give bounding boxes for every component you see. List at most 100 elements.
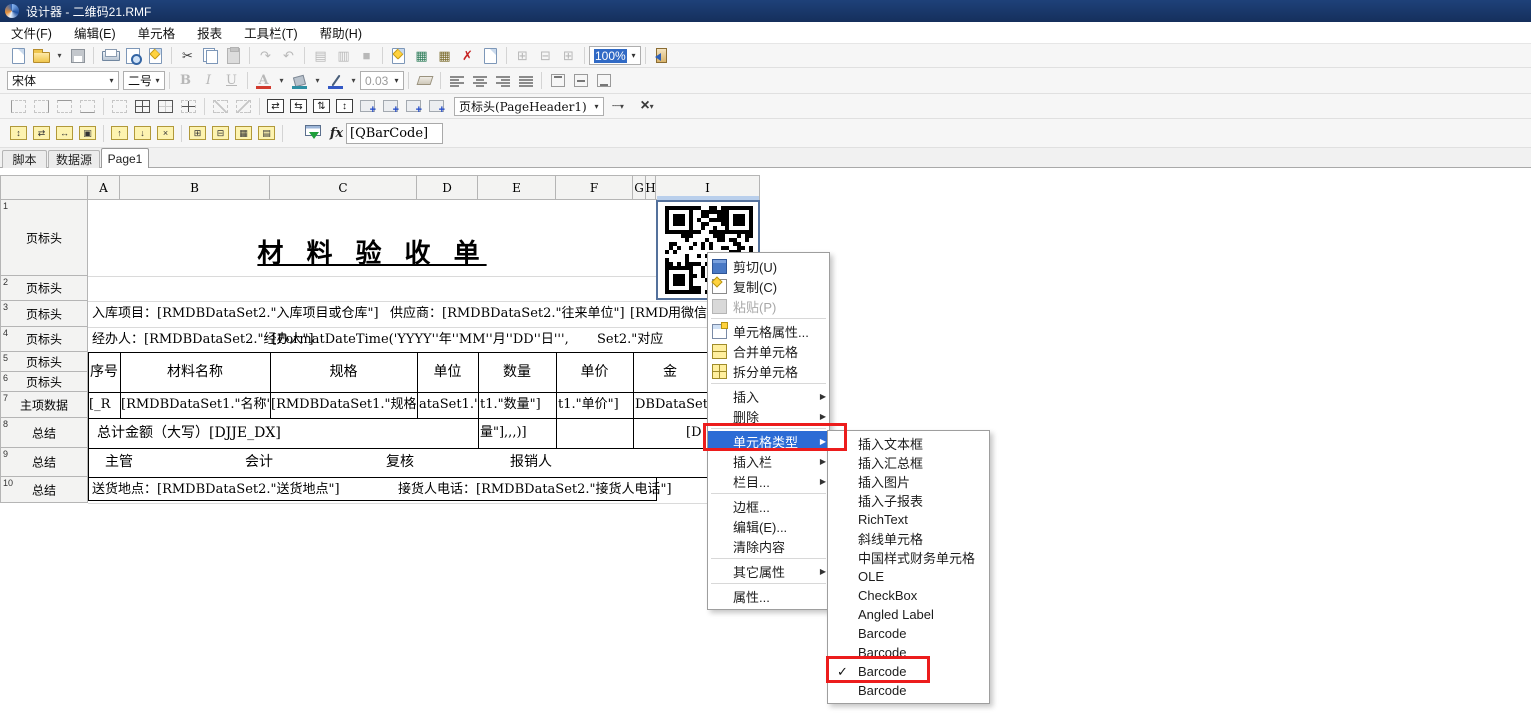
new-report-button[interactable]: [387, 45, 410, 66]
submenu-item-richtext[interactable]: RichText: [828, 510, 989, 529]
table-wizard-button[interactable]: ▦: [433, 45, 456, 66]
diagonal-up-button[interactable]: [232, 96, 255, 117]
send-backward-button[interactable]: ▥: [332, 45, 355, 66]
show-grid-button[interactable]: ⊞: [511, 45, 534, 66]
row-header-7[interactable]: 7主项数据: [0, 392, 88, 418]
copy-button[interactable]: [199, 45, 222, 66]
submenu-item-chinese-finance-cell[interactable]: 中国样式财务单元格: [828, 548, 989, 567]
detail-unit-cell[interactable]: ataSet1.": [419, 392, 477, 418]
formula-input[interactable]: [346, 123, 443, 144]
exit-button[interactable]: [650, 45, 673, 66]
insert-row-above-button[interactable]: [356, 96, 379, 117]
row-down-button[interactable]: ↓: [131, 123, 154, 144]
menu-report[interactable]: 报表: [186, 22, 233, 43]
col-header-a[interactable]: A: [88, 175, 120, 200]
total-right-cell[interactable]: [D: [686, 418, 702, 448]
total-formula-overflow[interactable]: 量"],,,)]: [480, 418, 527, 448]
menu-item-edit[interactable]: 编辑(E)...: [708, 516, 829, 536]
thead-name-cell[interactable]: 材料名称: [120, 352, 270, 392]
submenu-item-insert-textbox[interactable]: 插入文本框: [828, 434, 989, 453]
diagonal-down-button[interactable]: [209, 96, 232, 117]
menu-item-cell-properties[interactable]: 单元格属性...: [708, 321, 829, 341]
row-delete-button[interactable]: ×: [154, 123, 177, 144]
menu-toolbars[interactable]: 工具栏(T): [233, 22, 308, 43]
italic-button[interactable]: I: [197, 70, 220, 91]
submenu-item-angled-label[interactable]: Angled Label: [828, 605, 989, 624]
row-up-button[interactable]: ↑: [108, 123, 131, 144]
insert-col-left-button[interactable]: [402, 96, 425, 117]
fill-color-dropdown[interactable]: ▾: [311, 70, 324, 91]
detail-price-cell[interactable]: t1."单价"]: [558, 392, 632, 418]
font-name-combo[interactable]: 宋体 ▾: [7, 71, 119, 90]
cell-reference-button[interactable]: [301, 123, 324, 144]
bring-forward-button[interactable]: ▤: [309, 45, 332, 66]
underline-button[interactable]: U: [220, 70, 243, 91]
blank-page-button[interactable]: [479, 45, 502, 66]
fill-color-button[interactable]: [288, 70, 311, 91]
sign-reviewer-cell[interactable]: 复核: [386, 448, 414, 477]
print-button[interactable]: [98, 45, 121, 66]
col-header-f[interactable]: F: [556, 175, 633, 200]
tab-script[interactable]: 脚本: [2, 150, 47, 168]
total-amount-cell[interactable]: 总计金额（大写）[DJJE_DX]: [97, 418, 281, 448]
delete-report-button[interactable]: ✗: [456, 45, 479, 66]
align-justify-button[interactable]: [514, 70, 537, 91]
submenu-item-barcode-1[interactable]: Barcode: [828, 624, 989, 643]
menu-item-cut[interactable]: 剪切(U): [708, 256, 829, 276]
grid-settings-button[interactable]: ⊞: [557, 45, 580, 66]
valign-bottom-button[interactable]: [592, 70, 615, 91]
fit-width-button[interactable]: ⇆: [287, 96, 310, 117]
band-selector-combo[interactable]: 页标头(PageHeader1) ▾: [454, 97, 604, 116]
submenu-item-insert-subreport[interactable]: 插入子报表: [828, 491, 989, 510]
open-dropdown[interactable]: ▾: [53, 45, 66, 66]
valign-middle-button[interactable]: [569, 70, 592, 91]
print-preview-button[interactable]: [121, 45, 144, 66]
open-button[interactable]: [30, 45, 53, 66]
menu-item-paste[interactable]: 粘贴(P): [708, 296, 829, 316]
warehouse-project-cell[interactable]: 入库项目：[RMDBDataSet2."入库项目或仓库"]: [92, 301, 379, 327]
submenu-item-insert-image[interactable]: 插入图片: [828, 472, 989, 491]
thead-spec-cell[interactable]: 规格: [270, 352, 417, 392]
border-inner-button[interactable]: [177, 96, 200, 117]
detail-qty-cell[interactable]: t1."数量"]: [480, 392, 555, 418]
submenu-item-diagonal-cell[interactable]: 斜线单元格: [828, 529, 989, 548]
sign-reimburser-cell[interactable]: 报销人: [510, 448, 552, 477]
paste-button[interactable]: [222, 45, 245, 66]
menu-item-other-properties[interactable]: 其它属性▶: [708, 561, 829, 581]
thead-qty-cell[interactable]: 数量: [478, 352, 556, 392]
col-header-e[interactable]: E: [478, 175, 556, 200]
insert-table-button[interactable]: ▦: [410, 45, 433, 66]
menu-item-insert-band[interactable]: 插入栏▶: [708, 451, 829, 471]
row-header-8[interactable]: 8总结: [0, 418, 88, 448]
grid-corner[interactable]: [0, 175, 88, 200]
thead-amount-cell[interactable]: 金: [633, 352, 707, 392]
submenu-item-insert-summary[interactable]: 插入汇总框: [828, 453, 989, 472]
line-color-button[interactable]: [324, 70, 347, 91]
split-row-button[interactable]: ↕: [7, 123, 30, 144]
menu-help[interactable]: 帮助(H): [309, 22, 373, 43]
line-style-button[interactable]: ┈▾: [604, 96, 632, 117]
receiver-phone-cell[interactable]: 接货人电话：[RMDBDataSet2."接货人电话"]: [398, 477, 672, 503]
sign-manager-cell[interactable]: 主管: [105, 448, 133, 477]
border-outer-button[interactable]: [154, 96, 177, 117]
menu-file[interactable]: 文件(F): [0, 22, 63, 43]
tab-datasource[interactable]: 数据源: [48, 150, 100, 168]
band-grid-2-button[interactable]: ⊟: [209, 123, 232, 144]
thead-price-cell[interactable]: 单价: [556, 352, 633, 392]
clear-format-button[interactable]: [413, 70, 436, 91]
row-header-1[interactable]: 1页标头: [0, 200, 88, 276]
redo-button[interactable]: ↷: [254, 45, 277, 66]
line-width-combo[interactable]: 0.03 ▾: [360, 71, 404, 90]
delivery-address-cell[interactable]: 送货地点：[RMDBDataSet2."送货地点"]: [92, 477, 340, 503]
col-header-d[interactable]: D: [417, 175, 478, 200]
equal-height-button[interactable]: ⇅: [310, 96, 333, 117]
row-header-5[interactable]: 5页标头: [0, 352, 88, 372]
align-left-button[interactable]: [445, 70, 468, 91]
sign-accountant-cell[interactable]: 会计: [245, 448, 273, 477]
menu-cell[interactable]: 单元格: [127, 22, 187, 43]
merge-left-button[interactable]: ⇄: [30, 123, 53, 144]
qr-caption-cell[interactable]: 用微信: [668, 301, 707, 327]
border-top-button[interactable]: [53, 96, 76, 117]
col-header-g[interactable]: G: [633, 175, 646, 200]
save-button[interactable]: [66, 45, 89, 66]
